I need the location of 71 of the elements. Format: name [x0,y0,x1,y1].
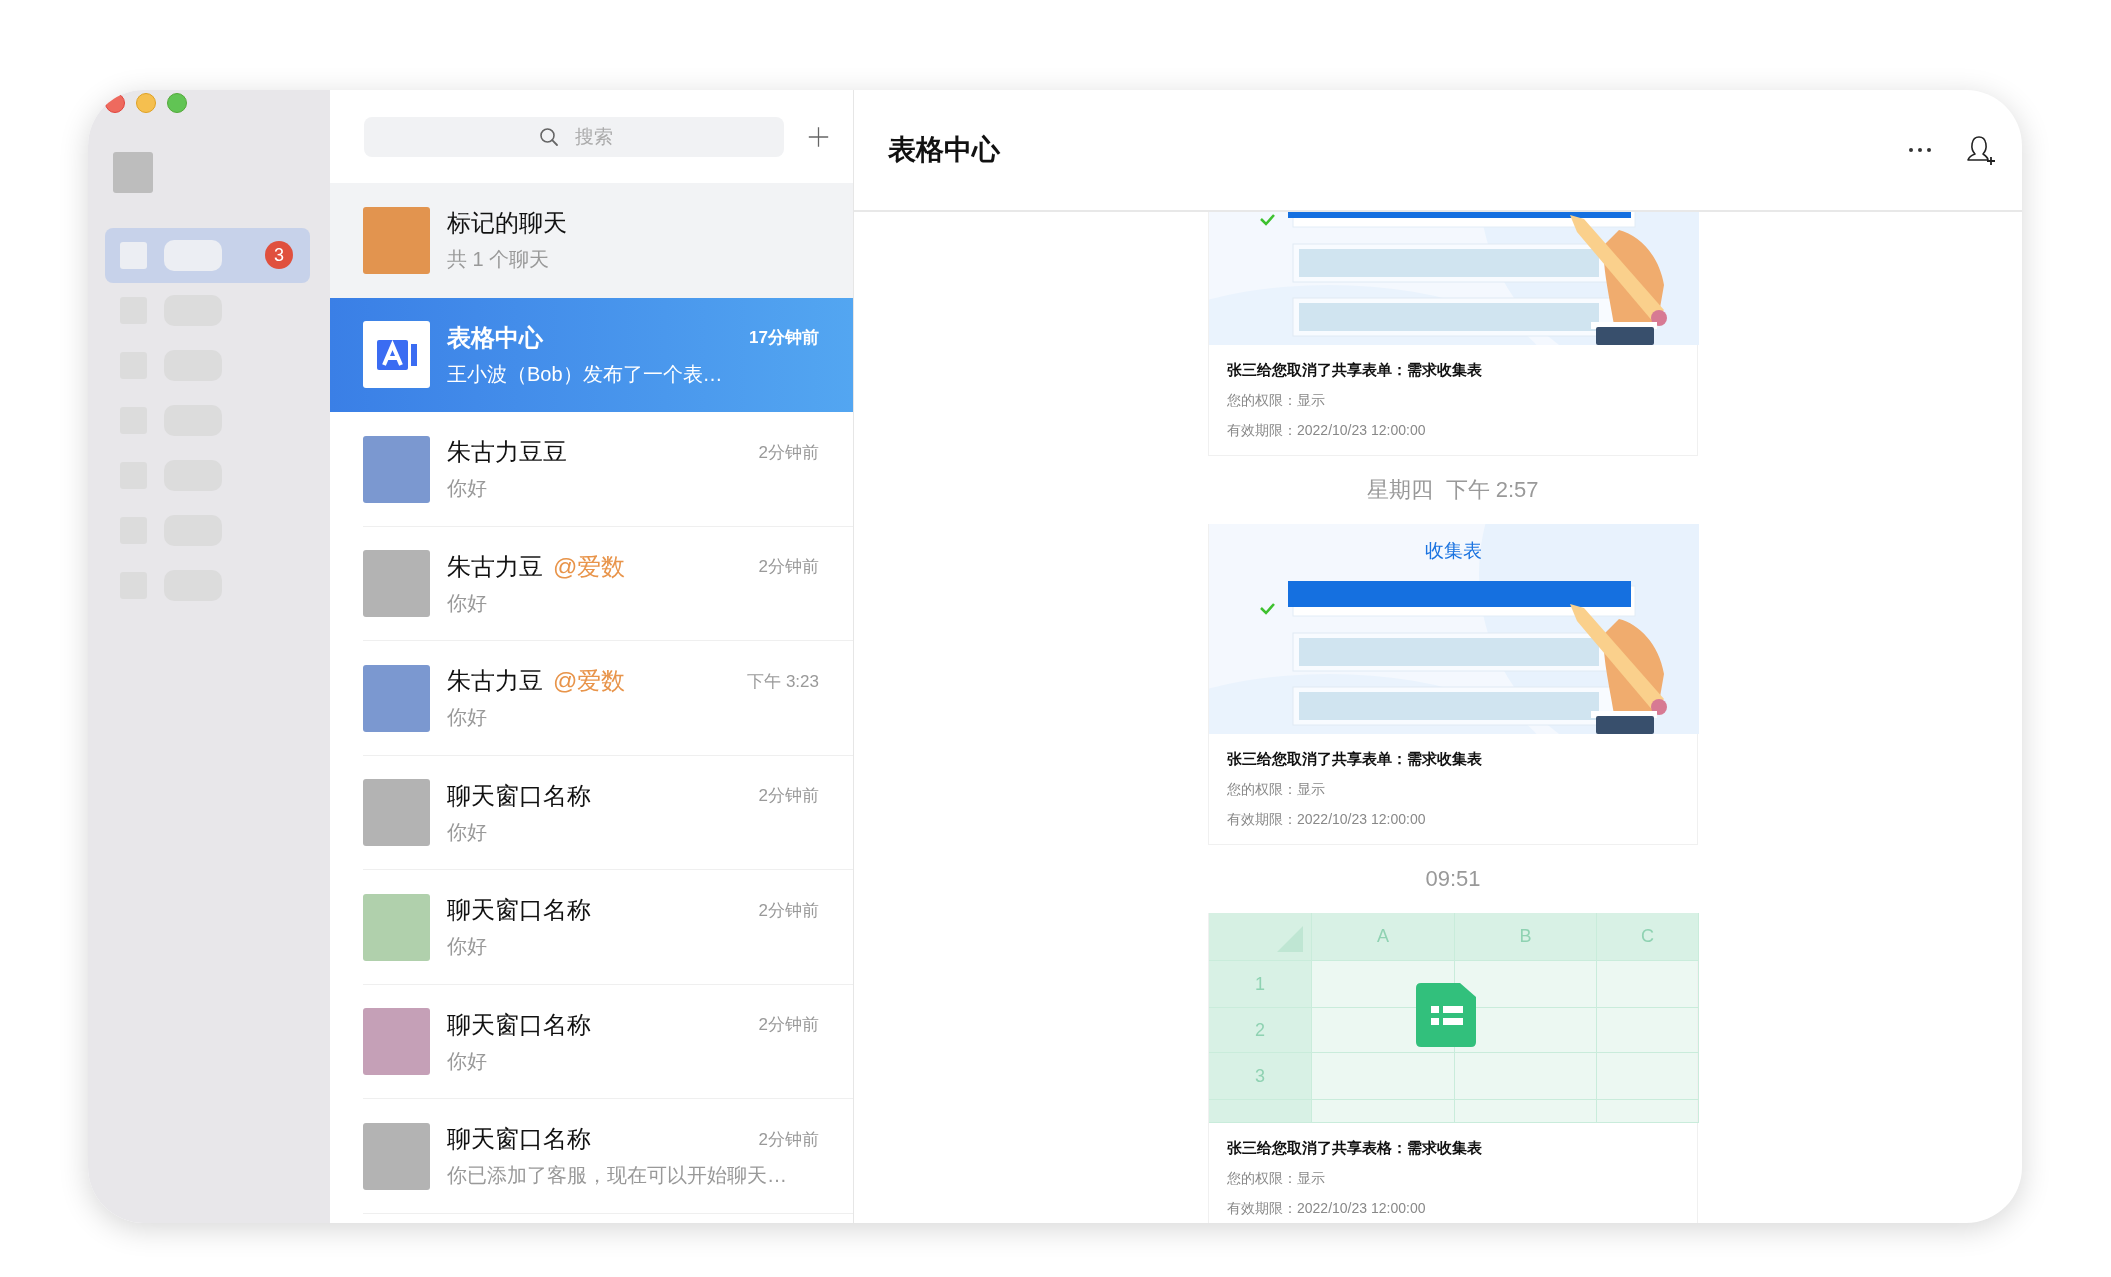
user-avatar[interactable] [113,152,153,193]
card-permission: 您的权限：显示 [1227,1169,1326,1188]
chat-preview: 王小波（Bob）发布了一个表… [447,361,724,387]
chat-item[interactable]: 聊天窗口名称 2分钟前 你好 [330,755,853,870]
row-header: 3 [1209,1053,1312,1100]
chat-time: 2分钟前 [758,785,819,808]
share-card[interactable]: A B C 1 2 3 张三给您取消了共享表格：需求收集表 您的权限：显示 有效期限：2022/10/23 12:00:00 [1208,913,1698,1223]
card-headline: 张三给您取消了共享表格：需求收集表 [1227,1138,1483,1158]
add-member-icon[interactable] [1966,134,1996,166]
chat-item[interactable]: 聊天窗口名称 2分钟前 你好 [330,984,853,1099]
chat-item[interactable]: 朱古力豆 @爱数 下午 3:23 你好 [330,641,853,756]
icon-placeholder [120,242,147,269]
search-field[interactable]: 搜索 [364,116,784,157]
card-expiry: 有效期限：2022/10/23 12:00:00 [1227,810,1427,829]
unread-badge: 3 [265,241,293,269]
chat-preview: 你好 [447,934,488,960]
chat-name: 聊天窗口名称 [447,1124,591,1155]
chat-item[interactable]: 聊天窗口名称 2分钟前 你好 [330,870,853,985]
message-time: 09:51 [1425,865,1481,893]
chat-preview: 你已添加了客服，现在可以开始聊天… [447,1163,788,1189]
share-card[interactable]: 张三给您取消了共享表单：需求收集表 您的权限：显示 有效期限：2022/10/23 12:00:00 [1208,212,1698,456]
chat-preview: 你好 [447,705,488,731]
chat-time: 下午 3:23 [747,670,819,693]
chat-name: 聊天窗口名称 [447,780,591,811]
card-headline: 张三给您取消了共享表单：需求收集表 [1227,749,1483,769]
chat-title: 表格中心 [888,133,1000,167]
mention-tag: @爱数 [553,665,626,698]
sidebar-item[interactable]: 3 [105,228,310,283]
card-permission: 您的权限：显示 [1227,780,1326,799]
form-title: 收集表 [1423,539,1483,563]
chat-name: 聊天窗口名称 [447,895,591,926]
minimize-button[interactable] [136,93,156,113]
chat-preview: 你好 [447,590,488,616]
chat-time: 2分钟前 [758,441,819,464]
chat-name: 朱古力豆豆 [447,437,567,468]
label-placeholder [164,240,222,271]
share-card[interactable]: 收集表 张三给您取消了共享表单：需求收集表 您的权限：显示 有效期限：2022/10/23 12:00:00 [1208,524,1698,845]
chat-item[interactable]: 朱古力豆豆 2分钟前 你好 [330,412,853,527]
chat-time: 2分钟前 [758,556,819,579]
search-icon [539,126,559,147]
chat-name: 朱古力豆 [447,551,543,582]
more-icon[interactable] [1908,147,1932,153]
chat-name: 表格中心 [447,322,543,353]
chat-name: 标记的聊天 [447,208,567,239]
card-expiry: 有效期限：2022/10/23 12:00:00 [1227,1199,1427,1218]
chat-preview: 你好 [447,476,488,502]
column-header: B [1455,913,1597,961]
card-headline: 张三给您取消了共享表单：需求收集表 [1227,360,1483,380]
chat-time: 2分钟前 [758,1014,819,1037]
chat-item[interactable]: 朱古力豆 @爱数 2分钟前 你好 [330,526,853,641]
card-permission: 您的权限：显示 [1227,391,1326,410]
zoom-button[interactable] [167,93,187,113]
app-logo-icon [376,339,417,370]
row-header: 1 [1209,961,1312,1008]
chat-name: 聊天窗口名称 [447,1009,591,1040]
chat-preview: 共 1 个聊天 [447,247,551,273]
chat-time: 2分钟前 [758,899,819,922]
chat-time: 17分钟前 [749,327,819,350]
card-expiry: 有效期限：2022/10/23 12:00:00 [1227,421,1427,440]
column-header: A [1312,913,1455,961]
chat-preview: 你好 [447,1048,488,1074]
chat-item[interactable]: 标记的聊天 共 1 个聊天 [330,183,853,298]
row-header: 2 [1209,1008,1312,1053]
spreadsheet-icon [1416,983,1476,1047]
chat-item[interactable]: 聊天窗口名称 2分钟前 你已添加了客服，现在可以开始聊天… [330,1099,853,1214]
mention-tag: @爱数 [553,550,626,583]
chat-time: 2分钟前 [758,1128,819,1151]
chat-preview: 你好 [447,819,488,845]
chat-name: 朱古力豆 [447,666,543,697]
column-header: C [1597,913,1699,961]
message-time: 星期四 下午 2:57 [1367,476,1539,504]
